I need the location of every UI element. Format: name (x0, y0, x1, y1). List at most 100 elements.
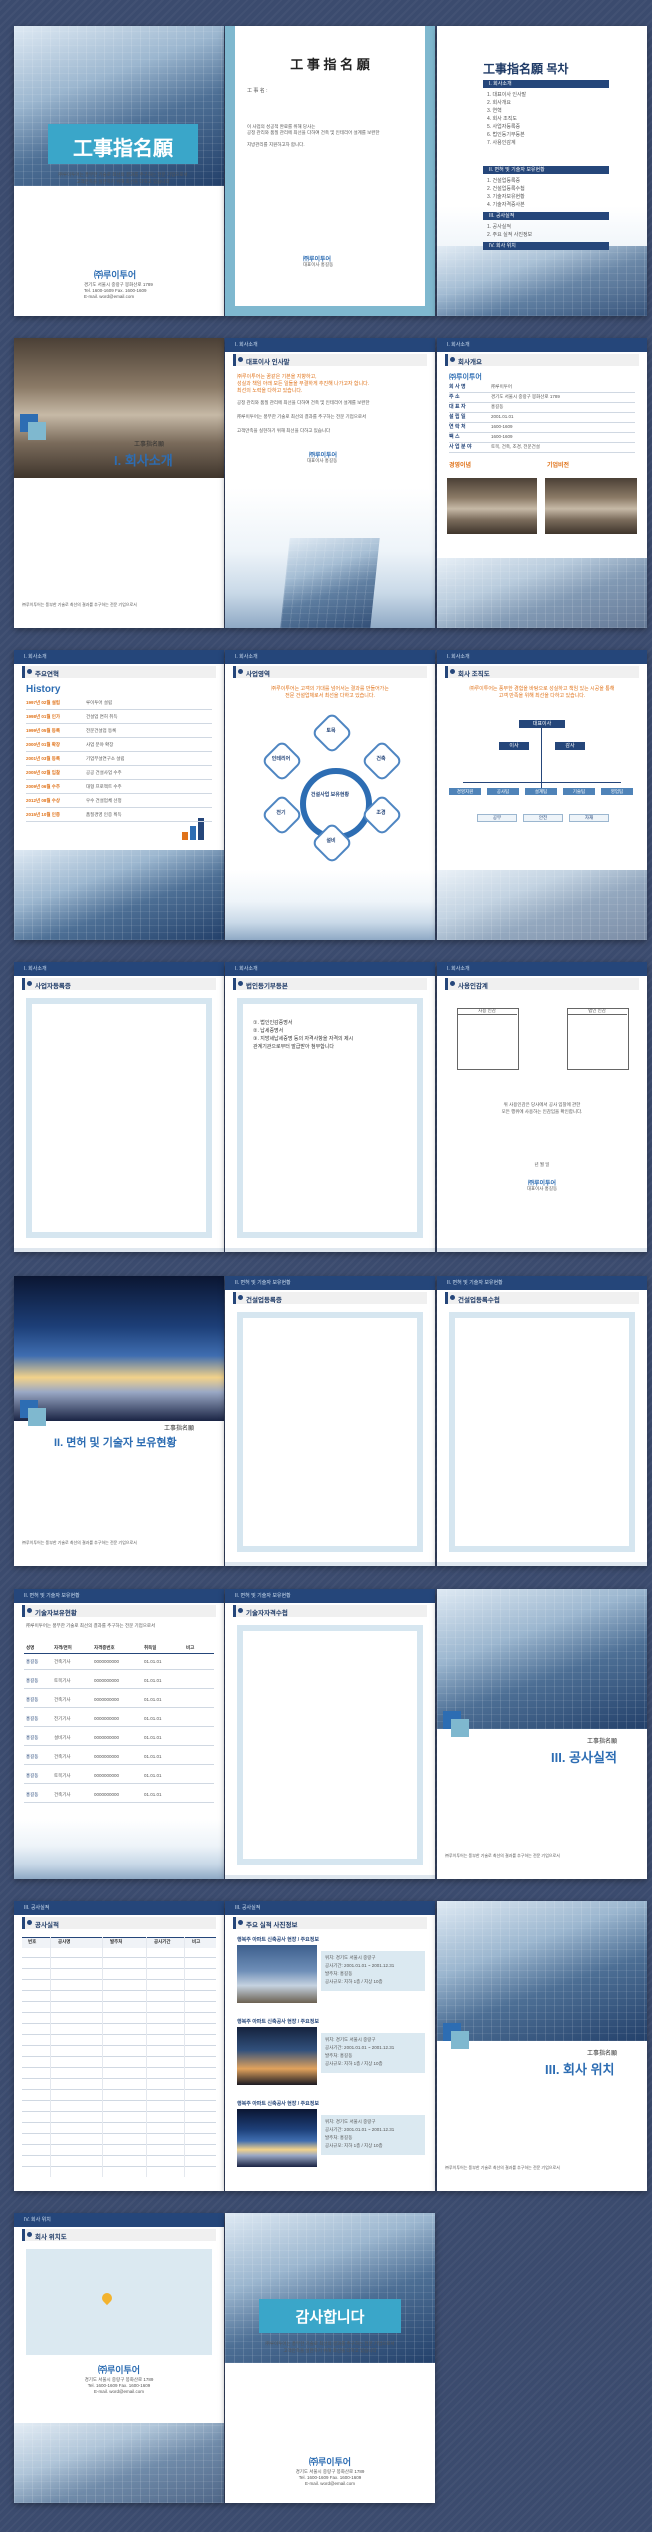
toc-item[interactable]: 4. 기술자격증사본 (487, 202, 525, 208)
tech-lead: ㈜루이투어는 풍부한 기술로 최선의 결과를 추구하는 전문 기업으로서 (26, 1623, 156, 1628)
greeting-body3: 고객만족을 실현하기 위해 최선을 다하고 있습니다 (237, 428, 331, 433)
location-page: IV. 회사 위치 회사 위치도 ㈜루이투어 경기도 서울시 중랑구 봉화산로 … (14, 2213, 224, 2503)
letter-to: 工 事 名 : (247, 88, 268, 94)
table-header-rule (24, 1653, 214, 1654)
crumb: III. 공사실적 (235, 1905, 261, 1911)
table-header: 공사명 (58, 1939, 71, 1944)
toc-item[interactable]: 4. 회사 조직도 (487, 116, 517, 122)
history-year: 1998년 01월 인가 (26, 714, 61, 719)
section4-label: 工事指名願 (587, 2051, 618, 2057)
hex-label: 인테리어 (271, 756, 291, 762)
header-bar: I. 회사소개 (225, 338, 435, 352)
history-year: 2009년 06월 수주 (26, 784, 61, 789)
footer-bar (437, 1248, 647, 1252)
section3-foot: ㈜루이투어는 풍부한 기술로 최선의 결과를 추구하는 전문 기업으로서 (445, 1853, 560, 1858)
table-row-rule (24, 1669, 214, 1670)
toc-item[interactable]: 6. 법인등기부등본 (487, 132, 525, 138)
header-bar: II. 면허 및 기술자 보유현황 (14, 1589, 224, 1603)
row-divider (449, 452, 635, 453)
table-header: 발주처 (110, 1939, 123, 1944)
cover-title: 工事指名願 (73, 138, 173, 160)
document-frame (237, 1625, 423, 1865)
toc-item[interactable]: 1. 대표이사 인사말 (487, 92, 526, 98)
crumb: II. 면허 및 기술자 보유현황 (235, 1280, 291, 1286)
letter-title: 工 事 指 名 願 (290, 57, 370, 72)
accent-square (451, 2031, 469, 2049)
growth-chart-icon (182, 816, 204, 840)
row-divider (26, 765, 212, 766)
overview-h2: 기업비전 (547, 463, 570, 469)
thanks-title: 감사합니다 (295, 2309, 365, 2326)
section1-label: 工事指名願 (134, 442, 165, 448)
page-title: 주요 실적 사진정보 (246, 1922, 298, 1929)
overview-h1: 경영이념 (449, 463, 472, 469)
building-image (437, 1901, 647, 2041)
header-bar: III. 공사실적 (225, 1901, 435, 1915)
table-row-rule (22, 2056, 216, 2057)
history-text: 공공 건설사업 수주 (86, 770, 122, 775)
seal-box-2 (567, 1008, 629, 1070)
toc-title: 工事指名願 목차 (483, 62, 569, 76)
table-col-rule (146, 1937, 147, 2177)
table-row-rule (24, 1745, 214, 1746)
toc-item[interactable]: 2. 회사개요 (487, 100, 511, 106)
org-dept: 기술팀 (563, 788, 595, 795)
table-cell: 0000000000 (94, 1773, 120, 1778)
overview-value: 1600-1609 (491, 424, 513, 429)
seal-sign2: 대표이사 홍길동 (526, 1186, 558, 1191)
org-lead2: 고객 만족을 위해 최선을 다하고 있습니다. (498, 693, 586, 699)
section2-foot: ㈜루이투어는 풍부한 기술로 최선의 결과를 추구하는 전문 기업으로서 (22, 1540, 137, 1545)
table-header: 공사기간 (154, 1939, 171, 1944)
toc-item[interactable]: 2. 건설업등록수첩 (487, 186, 525, 192)
page-title: 건설업등록증 (246, 1297, 282, 1304)
thanks-addr3: E-mail. word@email.com (304, 2481, 356, 2486)
business-lead2: 전문 건설업체로서 최선을 다하고 있습니다. (285, 693, 375, 699)
row-divider (449, 432, 635, 433)
sky-image (14, 1819, 224, 1879)
accent-square (451, 1719, 469, 1737)
table-row-rule (22, 2078, 216, 2079)
section4-foot: ㈜루이투어는 풍부한 기술로 최선의 결과를 추구하는 전문 기업으로서 (445, 2165, 560, 2170)
building-image (437, 1589, 647, 1729)
crumb: I. 회사소개 (24, 654, 47, 660)
toc-item[interactable]: 2. 주요 실적 사진정보 (487, 232, 532, 238)
header-bar: I. 회사소개 (437, 962, 647, 976)
map-pin-icon[interactable] (99, 2290, 115, 2306)
toc-item[interactable]: 3. 연혁 (487, 108, 502, 114)
toc-item[interactable]: 1. 건설업등록증 (487, 178, 520, 184)
business-lead1: ㈜루이투어는 고객의 기대를 넘어서는 결과를 만들어가는 (271, 686, 389, 692)
org-page: I. 회사소개 회사 조직도 ㈜루이투어는 풍부한 경험을 바탕으로 성실하고 … (437, 650, 647, 940)
accent-square (28, 422, 46, 440)
section3-page: 工事指名願 III. 공사실적 ㈜루이투어는 풍부한 기술로 최선의 결과를 추… (437, 1589, 647, 1879)
map-area[interactable] (26, 2249, 212, 2355)
page-title: 사업영역 (246, 671, 270, 678)
table-row-rule (22, 2023, 216, 2024)
document-frame (26, 998, 212, 1238)
overview-value: 경기도 서울시 중랑구 봉화산로 1789 (491, 394, 560, 399)
toc-item[interactable]: 3. 기술자보유현황 (487, 194, 525, 200)
page-title: 기술자자격수첩 (246, 1610, 288, 1617)
section1-title: I. 회사소개 (114, 453, 173, 468)
overview-value: 1600-1609 (491, 434, 513, 439)
header-bar: I. 회사소개 (14, 650, 224, 664)
table-row-rule (22, 2001, 216, 2002)
table-cell: 01.01.01 (144, 1754, 162, 1759)
toc-item[interactable]: 7. 사용인감계 (487, 140, 516, 146)
document-frame (237, 1312, 423, 1552)
photo-info: 공사규모: 지하 1층 / 지상 10층 (325, 1979, 383, 1984)
org-line (463, 782, 621, 783)
toc-item[interactable]: 1. 공사실적 (487, 224, 511, 230)
accent-square (28, 1408, 46, 1426)
page-title: 건설업등록수첩 (458, 1297, 500, 1304)
cover-addr3: E-mail. word@email.com (84, 294, 135, 299)
table-row-rule (22, 2012, 216, 2013)
overview-company: ㈜루이투어 (449, 374, 482, 381)
history-text: 사업 분야 확장 (86, 742, 114, 747)
section2-title: II. 면허 및 기술자 보유현황 (54, 1437, 177, 1449)
corpreg-page: I. 회사소개 법인등기부등본 ①. 법인인감증명서 ②. 납세증명서 ③. 지방세… (225, 962, 435, 1252)
crumb: I. 회사소개 (24, 966, 47, 972)
title-bar: 기술자보유현황 (22, 1605, 216, 1617)
footer-bar (225, 1248, 435, 1252)
photo-info: 공사규모: 지하 1층 / 지상 10층 (325, 2061, 383, 2066)
toc-item[interactable]: 5. 사업자등록증 (487, 124, 520, 130)
